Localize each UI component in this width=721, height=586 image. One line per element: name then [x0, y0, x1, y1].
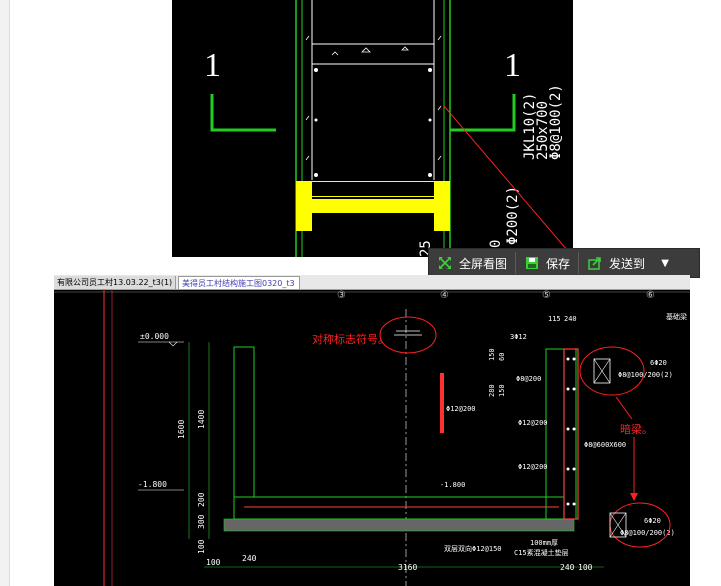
dim-right-150: 150	[488, 348, 496, 361]
cad-drawing-top[interactable]: 1 1 JKL10(2) 250x700 Φ8@100(2) Φ200(2) 2…	[172, 0, 573, 257]
note-right-1b: Φ8@100/200(2)	[618, 371, 673, 379]
dim-vertical-1600: 1600	[177, 420, 186, 439]
axis-label-3: ③	[337, 290, 346, 301]
elevation-bottom-mid: -1.800	[440, 481, 465, 489]
dim-bottom-240a: 240	[242, 554, 257, 563]
chevron-down-icon: ▼	[661, 257, 669, 269]
dim-right-150b: 150	[498, 384, 506, 397]
dim-vertical-100: 100	[197, 539, 206, 554]
elevation-bottom-left: -1.800	[138, 480, 167, 489]
left-window-edge	[0, 0, 10, 586]
share-icon	[587, 255, 603, 271]
partial-text-a: Φ200(2)	[505, 186, 521, 245]
section-label-right: 1	[504, 47, 521, 84]
axis-label-4: ④	[440, 290, 449, 301]
cad-drawing-bottom-canvas: ③ ④ ⑤ ⑥ ±0.000 1600 1400 200 300 100 -1.…	[54, 289, 690, 586]
beam-label: JKL10(2) 250x700 Φ8@100(2)	[522, 84, 564, 160]
dim-bottom-240b: 240	[560, 563, 575, 572]
rebar-label-1: Φ8@200	[516, 375, 541, 383]
base-label: 基础梁	[666, 312, 687, 321]
rebar-label-3: Φ12@200	[518, 419, 548, 427]
dim-right-280: 280	[488, 384, 496, 397]
dim-right-60: 60	[498, 353, 506, 361]
dim-top-right-240: 240	[564, 315, 577, 323]
tab-active-document[interactable]: 美得员工村结构施工图0320_t3	[178, 276, 300, 289]
rebar-label-5: Φ8@600X600	[584, 441, 626, 449]
rebar-dots	[314, 68, 432, 177]
beam-label-line-3: Φ8@100(2)	[548, 84, 564, 160]
slab-note: 100mm厚	[530, 539, 558, 547]
note-right-1a: 6Φ20	[650, 359, 667, 367]
send-to-label: 发送到	[609, 256, 646, 271]
fullscreen-button[interactable]: 全屏看图	[429, 249, 515, 277]
slab-note-2: C15素混凝土垫层	[514, 548, 569, 557]
note-right-2a: 6Φ20	[644, 517, 661, 525]
send-to-button[interactable]: 发送到	[579, 249, 653, 277]
hidden-beam-circle-2	[609, 502, 671, 548]
save-button[interactable]: 保存	[516, 249, 578, 277]
annotation-symmetry: 对称标志符号。	[312, 332, 389, 346]
cad-drawing-bottom[interactable]: 有限公司员工村13.03.22_t3(1) 美得员工村结构施工图0320_t3 …	[54, 275, 690, 586]
document-tabbar: 有限公司员工村13.03.22_t3(1) 美得员工村结构施工图0320_t3	[54, 275, 690, 290]
axis-label-5: ⑤	[542, 290, 551, 301]
elevation-top: ±0.000	[140, 332, 169, 341]
section-marker-left	[210, 94, 276, 132]
dim-vertical-1400: 1400	[197, 410, 206, 429]
image-viewer-toolbar: 全屏看图 保存 发送到 ▼	[428, 248, 700, 278]
axis-label-6: ⑥	[646, 290, 655, 301]
save-label: 保存	[546, 256, 571, 271]
fullscreen-label: 全屏看图	[459, 256, 508, 271]
annotation-hidden-beam: 暗梁。	[620, 422, 653, 436]
partial-text-c: 0	[488, 240, 504, 248]
bottom-rebar: 双层双向Φ12@150	[444, 544, 502, 553]
rebar-marker	[440, 373, 444, 433]
dim-vertical-200: 200	[197, 492, 206, 507]
dim-bottom-3160: 3160	[398, 563, 417, 572]
dim-bottom-100a: 100	[206, 558, 221, 567]
fullscreen-icon	[437, 255, 453, 271]
concrete-bed	[223, 518, 575, 532]
dim-top-right-115: 115	[548, 315, 561, 323]
dim-vertical-300: 300	[197, 514, 206, 529]
cad-drawing-top-canvas: 1 1 JKL10(2) 250x700 Φ8@100(2) Φ200(2) 2…	[204, 0, 573, 257]
dim-right-3phi12: 3Φ12	[510, 333, 527, 341]
rebar-label-4: Φ12@200	[518, 463, 548, 471]
save-icon	[524, 255, 540, 271]
tab-inactive-document[interactable]: 有限公司员工村13.03.22_t3(1)	[54, 276, 176, 289]
rebar-label-2: Φ12@200	[446, 405, 476, 413]
section-label-left: 1	[204, 47, 221, 84]
dim-bottom-100b: 100	[578, 563, 593, 572]
send-to-dropdown[interactable]: ▼	[653, 249, 677, 277]
